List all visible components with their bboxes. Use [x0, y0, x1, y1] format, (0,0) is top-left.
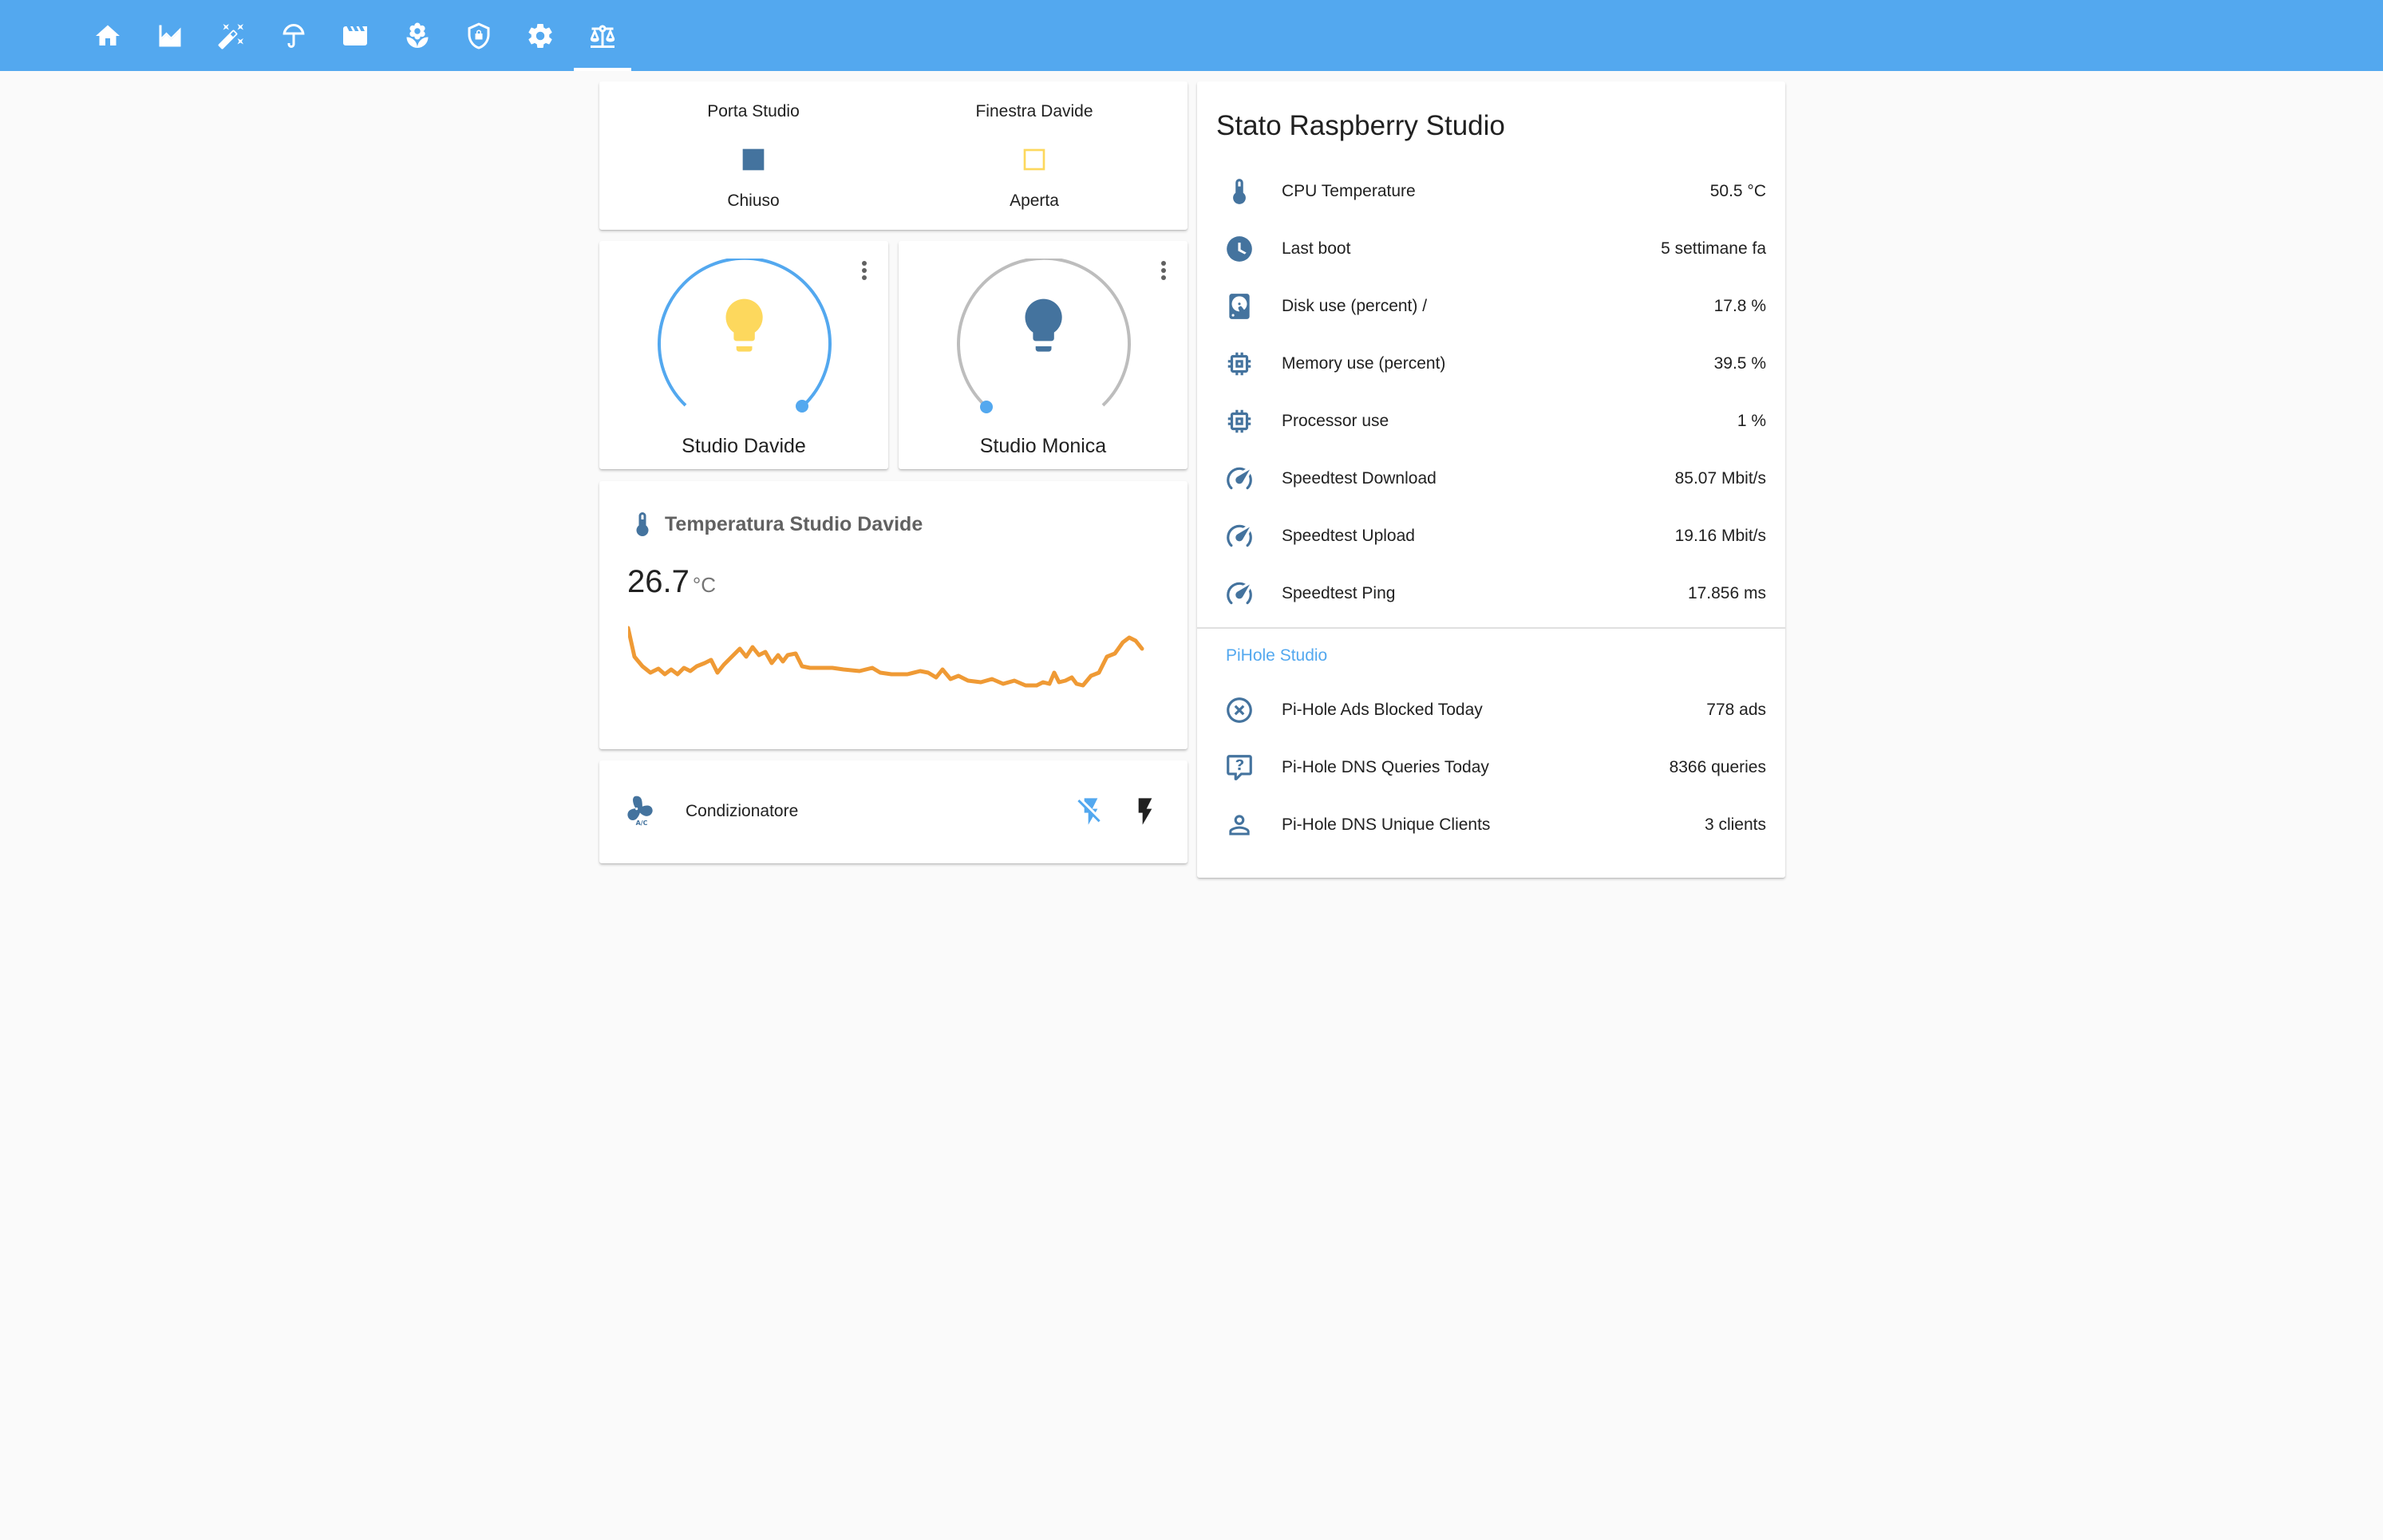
entity-value: 19.16 Mbit/s	[1674, 527, 1766, 545]
movie-icon	[343, 26, 367, 45]
lightbulb-icon[interactable]	[1025, 298, 1062, 352]
entity-label: Speedtest Ping	[1282, 584, 1396, 602]
entity-label: Speedtest Download	[1282, 469, 1437, 488]
sensor-unit: °C	[692, 573, 717, 597]
speedometer-icon	[1224, 578, 1255, 609]
close-circle-outline-icon	[1224, 695, 1255, 725]
glance-entity-state: Chiuso	[727, 192, 780, 210]
auto-fix-icon	[218, 23, 243, 49]
entity-label: Pi-Hole Ads Blocked Today	[1282, 701, 1483, 719]
entity-row[interactable]: Pi-Hole DNS Queries Today 8366 queries	[1197, 739, 1785, 796]
glance-entity-name: Finestra Davide	[975, 102, 1093, 120]
speedometer-icon	[1224, 464, 1255, 494]
svg-text:A/C: A/C	[636, 819, 648, 826]
sensor-history-graph	[628, 626, 1144, 688]
card-title: Stato Raspberry Studio	[1216, 110, 1505, 141]
entity-row[interactable]: Memory use (percent) 39.5 %	[1197, 335, 1785, 393]
sensor-graph-line	[628, 626, 1144, 688]
umbrella-icon	[283, 23, 305, 48]
entity-label: CPU Temperature	[1282, 182, 1416, 200]
entity-value: 17.856 ms	[1687, 584, 1766, 602]
glance-entity-name: Porta Studio	[707, 102, 800, 120]
entity-value: 778 ads	[1706, 701, 1766, 719]
section-divider	[1197, 627, 1785, 629]
entity-value: 17.8 %	[1713, 297, 1766, 315]
glance-entity-state: Aperta	[1010, 192, 1059, 210]
entity-row[interactable]: Pi-Hole Ads Blocked Today 778 ads	[1197, 681, 1785, 739]
sensor-title: Temperatura Studio Davide	[665, 513, 923, 535]
speedometer-icon	[1224, 521, 1255, 551]
light-card-studio-monica: Studio Monica	[899, 241, 1188, 469]
top-app-bar	[0, 0, 2383, 71]
settings-icon	[528, 23, 552, 48]
entity-value: 50.5 °C	[1709, 182, 1766, 200]
aircon-label: Condizionatore	[686, 802, 799, 820]
entity-row[interactable]: Pi-Hole DNS Unique Clients 3 clients	[1197, 796, 1785, 854]
square-outline-icon	[1023, 148, 1045, 171]
light-name: Studio Davide	[682, 435, 806, 457]
tab-system[interactable]	[574, 0, 631, 71]
sensor-value: 26.7 °C	[627, 564, 717, 599]
more-vert-icon[interactable]	[1156, 257, 1172, 284]
tab-home[interactable]	[79, 0, 136, 71]
light-card-studio-davide: Studio Davide	[599, 241, 888, 469]
raspberry-status-card: Stato Raspberry Studio CPU Temperature 5…	[1197, 81, 1785, 878]
entity-value: 1 %	[1737, 412, 1766, 430]
tab-magic[interactable]	[203, 0, 260, 71]
entity-value: 5 settimane fa	[1661, 239, 1766, 258]
entity-row[interactable]: Disk use (percent) / 17.8 %	[1197, 278, 1785, 335]
glance-card: Porta Studio Chiuso Finestra Davide Aper…	[599, 81, 1188, 230]
comment-question-outline-icon	[1224, 752, 1255, 783]
memory-icon	[1224, 349, 1255, 379]
tab-garden[interactable]	[389, 0, 446, 71]
brightness-slider[interactable]	[655, 259, 834, 426]
entity-label: Processor use	[1282, 412, 1389, 430]
tab-weather[interactable]	[265, 0, 322, 71]
entity-value: 3 clients	[1704, 815, 1766, 834]
glance-item-finestra-davide[interactable]: Finestra Davide Aperta	[899, 81, 1170, 230]
entity-value: 39.5 %	[1713, 354, 1766, 373]
thermometer-icon	[1224, 176, 1255, 207]
tab-media[interactable]	[326, 0, 384, 71]
light-name: Studio Monica	[979, 435, 1107, 457]
entity-label: Disk use (percent) /	[1282, 297, 1428, 315]
tab-chart[interactable]	[141, 0, 199, 71]
entity-row[interactable]: Speedtest Ping 17.856 ms	[1197, 565, 1785, 622]
thermometer-icon	[636, 512, 649, 536]
entity-label: Speedtest Upload	[1282, 527, 1415, 545]
square-filled-icon	[742, 148, 765, 171]
account-outline-icon	[1224, 810, 1255, 840]
tab-settings[interactable]	[512, 0, 569, 71]
entity-row[interactable]: CPU Temperature 50.5 °C	[1197, 163, 1785, 220]
harddisk-icon	[1224, 291, 1255, 322]
clock-icon	[1224, 234, 1255, 264]
entity-row[interactable]: Speedtest Download 85.07 Mbit/s	[1197, 450, 1785, 507]
sensor-card[interactable]: Temperatura Studio Davide 26.7 °C	[599, 481, 1188, 749]
brightness-slider[interactable]	[954, 259, 1133, 426]
entity-label: Memory use (percent)	[1282, 354, 1446, 373]
tab-security[interactable]	[450, 0, 508, 71]
section-title: PiHole Studio	[1226, 646, 1328, 665]
aircon-card: A/C Condizionatore	[599, 760, 1188, 863]
flash-icon[interactable]	[1129, 796, 1161, 827]
flower-icon	[406, 22, 429, 48]
entity-row[interactable]: Speedtest Upload 19.16 Mbit/s	[1197, 507, 1785, 565]
entity-label: Last boot	[1282, 239, 1351, 258]
lightbulb-icon[interactable]	[725, 298, 763, 352]
entity-label: Pi-Hole DNS Unique Clients	[1282, 815, 1491, 834]
entity-value: 85.07 Mbit/s	[1674, 469, 1766, 488]
entity-row[interactable]: Last boot 5 settimane fa	[1197, 220, 1785, 278]
flash-off-icon[interactable]	[1075, 796, 1107, 827]
entity-row[interactable]: Processor use 1 %	[1197, 393, 1785, 450]
air-conditioner-icon: A/C	[627, 796, 653, 826]
chart-areaspline-icon	[159, 25, 181, 46]
memory-icon	[1224, 406, 1255, 436]
glance-item-porta-studio[interactable]: Porta Studio Chiuso	[618, 81, 889, 230]
entity-value: 8366 queries	[1669, 758, 1766, 776]
more-vert-icon[interactable]	[856, 257, 872, 284]
home-icon	[96, 25, 120, 45]
shield-lock-icon	[468, 22, 490, 49]
scale-balance-icon	[590, 25, 615, 48]
entity-label: Pi-Hole DNS Queries Today	[1282, 758, 1489, 776]
